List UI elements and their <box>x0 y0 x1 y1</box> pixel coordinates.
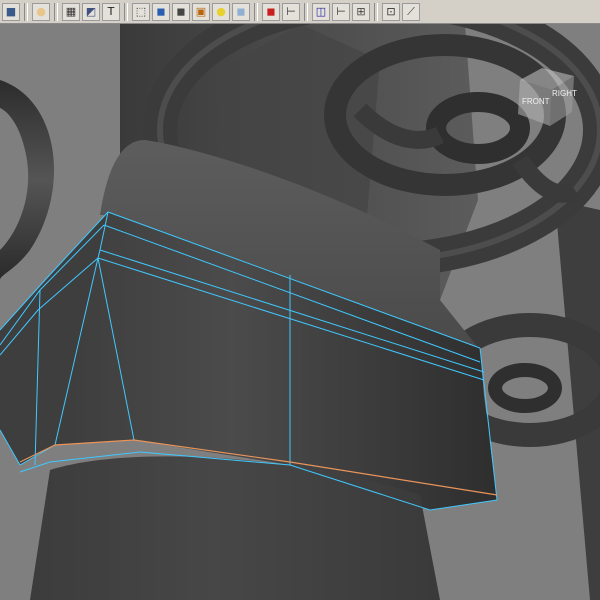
3d-viewport[interactable]: FRONT RIGHT <box>0 0 600 600</box>
toolbar-separator <box>304 2 308 21</box>
sphere-icon: ● <box>36 5 46 18</box>
joint-tool-button[interactable]: ⟋ <box>402 2 420 21</box>
uv-editor-button[interactable]: ◩ <box>82 2 100 21</box>
resolution-gate-button[interactable]: ⊡ <box>382 2 400 21</box>
xray-cube-button[interactable]: ◼ <box>232 2 250 21</box>
resolution-gate-icon: ⊡ <box>386 5 396 18</box>
red-cube-icon: ◼ <box>266 5 276 18</box>
red-cube-button[interactable]: ◼ <box>262 2 280 21</box>
textured-icon: ▣ <box>195 5 207 18</box>
smooth-shade-button[interactable]: ◼ <box>172 2 190 21</box>
axis-tool-icon: ⊢ <box>286 5 296 18</box>
sphere-button[interactable]: ● <box>32 2 50 21</box>
wireframe-button[interactable]: ▦ <box>62 2 80 21</box>
wire-cube-icon: ⬚ <box>135 5 147 18</box>
wire-cube-button[interactable]: ⬚ <box>132 2 150 21</box>
axis-tool-button[interactable]: ⊢ <box>282 2 300 21</box>
wireframe-icon: ▦ <box>65 5 77 18</box>
text-tool-icon: T <box>107 5 115 18</box>
isolate-button[interactable]: ⊢ <box>332 2 350 21</box>
uv-editor-icon: ◩ <box>85 5 97 18</box>
text-tool-button[interactable]: T <box>102 2 120 21</box>
toolbar-separator <box>124 2 128 21</box>
textured-button[interactable]: ▣ <box>192 2 210 21</box>
light-bulb-icon: ● <box>216 5 226 18</box>
viewcube-front-label: FRONT <box>522 97 550 106</box>
joint-tool-icon: ⟋ <box>407 5 415 18</box>
scene-canvas[interactable] <box>0 0 600 600</box>
maya-viewport-window: ■ ● ▦ ◩ T ⬚ ◼ ◼ ▣ ● ◼ ◼ ⊢ ◫ ⊢ ⊞ ⊡ ⟋ FRON… <box>0 0 600 600</box>
isolate-icon: ⊢ <box>336 5 346 18</box>
toolbar-separator <box>54 2 58 21</box>
viewcube-right-label: RIGHT <box>552 89 577 98</box>
grid-button[interactable]: ⊞ <box>352 2 370 21</box>
light-bulb-button[interactable]: ● <box>212 2 230 21</box>
xray-cube-icon: ◼ <box>236 5 246 18</box>
shaded-cube-icon: ◼ <box>156 5 166 18</box>
grid-icon: ⊞ <box>356 5 366 18</box>
viewcube-widget[interactable]: FRONT RIGHT <box>512 60 582 130</box>
shaded-cube-button[interactable]: ◼ <box>152 2 170 21</box>
select-mode-icon: ■ <box>5 5 17 18</box>
toolbar-separator <box>254 2 258 21</box>
select-mode-button[interactable]: ■ <box>2 2 20 21</box>
smooth-shade-icon: ◼ <box>176 5 186 18</box>
viewport-toolbar: ■ ● ▦ ◩ T ⬚ ◼ ◼ ▣ ● ◼ ◼ ⊢ ◫ ⊢ ⊞ ⊡ ⟋ <box>0 0 600 24</box>
toolbar-separator <box>374 2 378 21</box>
frame-select-button[interactable]: ◫ <box>312 2 330 21</box>
frame-select-icon: ◫ <box>315 5 327 18</box>
toolbar-separator <box>24 2 28 21</box>
